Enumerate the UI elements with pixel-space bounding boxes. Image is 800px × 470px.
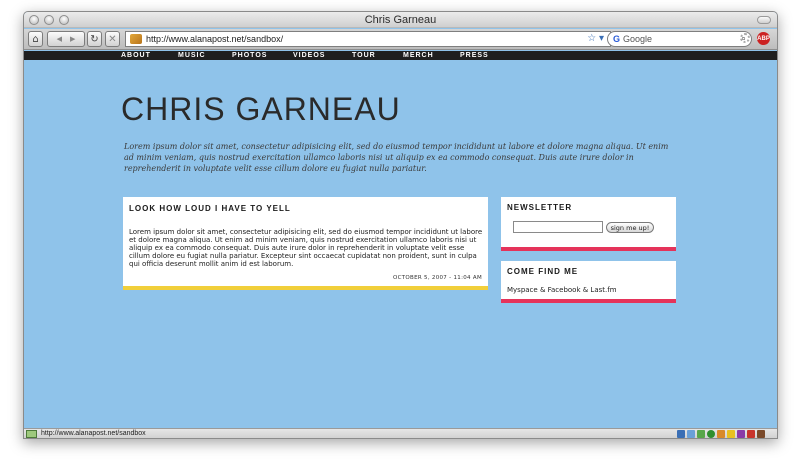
adblock-icon[interactable]: ABP <box>757 32 770 45</box>
activity-spinner-icon <box>740 33 750 43</box>
stop-button[interactable]: ✕ <box>105 31 120 47</box>
stop-icon: ✕ <box>108 33 117 45</box>
site-intro: Lorem ipsum dolor sit amet, consectetur … <box>124 142 669 173</box>
back-icon[interactable]: ◀ <box>57 35 62 43</box>
nav-item-photos[interactable]: PHOTOS <box>232 51 267 60</box>
find-me-title: COME FIND ME <box>507 267 579 276</box>
forward-icon[interactable]: ▶ <box>70 35 75 43</box>
reload-button[interactable]: ↻ <box>87 31 102 47</box>
search-placeholder: Google <box>623 34 653 44</box>
back-forward-button[interactable]: ◀ ▶ <box>47 31 85 47</box>
site-favicon-icon <box>130 34 142 44</box>
page-content: CHRIS GARNEAU Lorem ipsum dolor sit amet… <box>24 60 777 428</box>
home-button[interactable]: ⌂ <box>28 31 43 47</box>
addon-icon[interactable] <box>747 430 755 438</box>
site-title: CHRIS GARNEAU <box>121 91 401 127</box>
toolbar-toggle-button[interactable] <box>757 16 771 24</box>
browser-toolbar: ⌂ ◀ ▶ ↻ ✕ http://www.alanapost.net/sandb… <box>24 29 777 50</box>
status-bar: http://www.alanapost.net/sandbox <box>24 428 777 438</box>
nav-item-merch[interactable]: MERCH <box>403 51 434 60</box>
warning-icon[interactable] <box>727 430 735 438</box>
browser-window: Chris Garneau ⌂ ◀ ▶ ↻ ✕ http://www.alana… <box>23 11 778 439</box>
social-links[interactable]: Myspace & Facebook & Last.fm <box>507 286 617 294</box>
nav-item-videos[interactable]: VIDEOS <box>293 51 325 60</box>
addon-icon[interactable] <box>677 430 685 438</box>
find-me-widget: COME FIND ME Myspace & Facebook & Last.f… <box>501 261 676 303</box>
address-bar[interactable]: http://www.alanapost.net/sandbox/ ☆ ▾ <box>125 31 611 47</box>
bookmark-star-icon[interactable]: ☆ ▾ <box>587 33 604 44</box>
post-title[interactable]: LOOK HOW LOUD I HAVE TO YELL <box>129 204 291 213</box>
status-text: http://www.alanapost.net/sandbox <box>41 430 146 437</box>
site-nav: ABOUT MUSIC PHOTOS VIDEOS TOUR MERCH PRE… <box>24 51 777 60</box>
page-status-icon <box>26 430 37 438</box>
blog-post: LOOK HOW LOUD I HAVE TO YELL Lorem ipsum… <box>123 197 488 290</box>
home-icon: ⌂ <box>32 33 39 45</box>
post-body: Lorem ipsum dolor sit amet, consectetur … <box>129 228 483 268</box>
window-title: Chris Garneau <box>364 14 437 26</box>
newsletter-title: NEWSLETTER <box>507 203 573 212</box>
addon-tray <box>677 430 765 438</box>
newsletter-widget: NEWSLETTER sign me up! <box>501 197 676 251</box>
address-text[interactable]: http://www.alanapost.net/sandbox/ <box>146 34 283 44</box>
addon-icon[interactable] <box>757 430 765 438</box>
nav-item-press[interactable]: PRESS <box>460 51 489 60</box>
title-bar: Chris Garneau <box>24 12 777 28</box>
addon-icon[interactable] <box>687 430 695 438</box>
newsletter-email-input[interactable] <box>513 221 603 233</box>
reload-icon: ↻ <box>90 33 99 45</box>
nav-item-about[interactable]: ABOUT <box>121 51 151 60</box>
addon-icon[interactable] <box>707 430 715 438</box>
addon-icon[interactable] <box>737 430 745 438</box>
nav-item-music[interactable]: MUSIC <box>178 51 206 60</box>
signup-button[interactable]: sign me up! <box>606 222 654 233</box>
addon-icon[interactable] <box>717 430 725 438</box>
post-date: OCTOBER 5, 2007 - 11:04 AM <box>392 275 482 281</box>
search-box[interactable]: G Google ⌕ <box>607 31 752 47</box>
google-engine-icon[interactable]: G <box>613 34 620 44</box>
nav-item-tour[interactable]: TOUR <box>352 51 376 60</box>
addon-icon[interactable] <box>697 430 705 438</box>
